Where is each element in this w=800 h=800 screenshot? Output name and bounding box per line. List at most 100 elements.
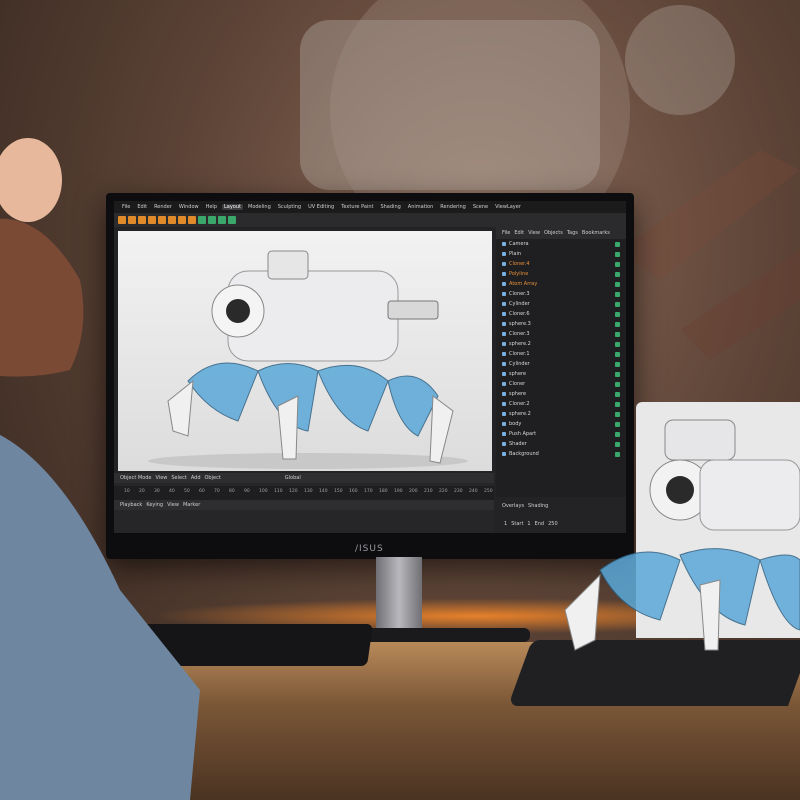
object-icon bbox=[502, 352, 506, 356]
ruler-tick-label: 190 bbox=[394, 489, 403, 494]
outliner-row[interactable]: Push Apart bbox=[496, 429, 626, 439]
menu-item[interactable]: Scene bbox=[471, 204, 490, 210]
ruler-tick-label: 220 bbox=[439, 489, 448, 494]
visibility-check-icon[interactable] bbox=[615, 311, 620, 317]
ruler-tick-label: 160 bbox=[349, 489, 358, 494]
visibility-check-icon[interactable] bbox=[615, 241, 620, 247]
object-icon bbox=[502, 372, 506, 376]
outliner-row-label: Cloner.4 bbox=[509, 261, 530, 267]
menu-item[interactable]: Layout bbox=[222, 204, 243, 210]
visibility-check-icon[interactable] bbox=[615, 431, 620, 437]
menu-item[interactable]: Shading bbox=[378, 204, 402, 210]
outliner-row[interactable]: sphere bbox=[496, 369, 626, 379]
visibility-check-icon[interactable] bbox=[615, 261, 620, 267]
ruler-tick-label: 170 bbox=[364, 489, 373, 494]
outliner-row-label: sphere bbox=[509, 391, 527, 397]
outliner-row[interactable]: Background bbox=[496, 449, 626, 459]
visibility-check-icon[interactable] bbox=[615, 281, 620, 287]
outliner-row[interactable]: Cylinder bbox=[496, 359, 626, 369]
visibility-check-icon[interactable] bbox=[615, 271, 620, 277]
visibility-check-icon[interactable] bbox=[615, 301, 620, 307]
menu-item[interactable]: Rendering bbox=[438, 204, 468, 210]
overlays-label[interactable]: Overlays bbox=[502, 503, 524, 509]
outliner-row[interactable]: Shader bbox=[496, 439, 626, 449]
outliner-row-label: Cloner.3 bbox=[509, 291, 530, 297]
outliner-tab[interactable]: Bookmarks bbox=[582, 230, 610, 236]
outliner-row[interactable]: sphere.3 bbox=[496, 319, 626, 329]
outliner-row[interactable]: sphere.2 bbox=[496, 339, 626, 349]
outliner-row-label: Plain bbox=[509, 251, 522, 257]
laptop-keyboard bbox=[507, 640, 800, 706]
visibility-check-icon[interactable] bbox=[615, 361, 620, 367]
outliner-row-label: Cloner.2 bbox=[509, 401, 530, 407]
menu-item[interactable]: UV Editing bbox=[306, 204, 336, 210]
ruler-tick-label: 210 bbox=[424, 489, 433, 494]
object-icon bbox=[502, 432, 506, 436]
menu-item[interactable]: Animation bbox=[406, 204, 436, 210]
tool-icon[interactable] bbox=[208, 216, 216, 224]
visibility-check-icon[interactable] bbox=[615, 321, 620, 327]
object-icon bbox=[502, 382, 506, 386]
outliner-row[interactable]: Cloner.4 bbox=[496, 259, 626, 269]
visibility-check-icon[interactable] bbox=[615, 401, 620, 407]
outliner-tab[interactable]: Edit bbox=[514, 230, 524, 236]
outliner-row[interactable]: Atom Array bbox=[496, 279, 626, 289]
visibility-check-icon[interactable] bbox=[615, 331, 620, 337]
frame-start[interactable]: 1 bbox=[527, 521, 530, 527]
outliner-panel: File Edit View Objects Tags Bookmarks Camera P… bbox=[496, 227, 626, 497]
visibility-check-icon[interactable] bbox=[615, 341, 620, 347]
outliner-row[interactable]: Camera bbox=[496, 239, 626, 249]
ruler-tick-label: 110 bbox=[274, 489, 283, 494]
object-icon bbox=[502, 342, 506, 346]
outliner-row-label: Cylinder bbox=[509, 301, 530, 307]
visibility-check-icon[interactable] bbox=[615, 441, 620, 447]
visibility-check-icon[interactable] bbox=[615, 371, 620, 377]
visibility-check-icon[interactable] bbox=[615, 291, 620, 297]
outliner-row-label: Push Apart bbox=[509, 431, 537, 437]
outliner-tab[interactable]: Tags bbox=[567, 230, 578, 236]
visibility-check-icon[interactable] bbox=[615, 251, 620, 257]
shading-label[interactable]: Shading bbox=[528, 503, 548, 509]
transform-orientation[interactable]: Global bbox=[285, 475, 301, 481]
outliner-row[interactable]: Cloner.1 bbox=[496, 349, 626, 359]
visibility-check-icon[interactable] bbox=[615, 451, 620, 457]
outliner-row[interactable]: Cloner.3 bbox=[496, 289, 626, 299]
ruler-tick-label: 150 bbox=[334, 489, 343, 494]
visibility-check-icon[interactable] bbox=[615, 421, 620, 427]
outliner-row[interactable]: Plain bbox=[496, 249, 626, 259]
outliner-row[interactable]: Cloner bbox=[496, 379, 626, 389]
outliner-row[interactable]: Cloner.3 bbox=[496, 329, 626, 339]
frame-start-label: Start bbox=[511, 521, 524, 527]
visibility-check-icon[interactable] bbox=[615, 351, 620, 357]
viewport-menu-item[interactable]: Object bbox=[205, 475, 221, 481]
outliner-row[interactable]: Cylinder bbox=[496, 299, 626, 309]
visibility-check-icon[interactable] bbox=[615, 411, 620, 417]
visibility-check-icon[interactable] bbox=[615, 381, 620, 387]
menu-item[interactable]: Help bbox=[204, 204, 219, 210]
object-icon bbox=[502, 452, 506, 456]
tool-icon[interactable] bbox=[218, 216, 226, 224]
outliner-row[interactable]: Polyline bbox=[496, 269, 626, 279]
ruler-tick-label: 240 bbox=[469, 489, 478, 494]
outliner-row[interactable]: sphere.2 bbox=[496, 409, 626, 419]
tool-icon[interactable] bbox=[228, 216, 236, 224]
outliner-row[interactable]: Cloner.6 bbox=[496, 309, 626, 319]
outliner-tab[interactable]: File bbox=[502, 230, 510, 236]
outliner-row-label: Cloner.3 bbox=[509, 331, 530, 337]
menu-item[interactable]: Modeling bbox=[246, 204, 273, 210]
visibility-check-icon[interactable] bbox=[615, 391, 620, 397]
frame-end[interactable]: 250 bbox=[548, 521, 558, 527]
outliner-row[interactable]: Cloner.2 bbox=[496, 399, 626, 409]
ruler-tick-label: 120 bbox=[289, 489, 298, 494]
outliner-tab[interactable]: Objects bbox=[544, 230, 563, 236]
menu-item[interactable]: Texture Paint bbox=[339, 204, 375, 210]
outliner-tab[interactable]: View bbox=[528, 230, 540, 236]
outliner-header: File Edit View Objects Tags Bookmarks bbox=[496, 227, 626, 239]
object-icon bbox=[502, 242, 506, 246]
outliner-row[interactable]: body bbox=[496, 419, 626, 429]
outliner-row[interactable]: sphere bbox=[496, 389, 626, 399]
outliner-row-label: sphere.2 bbox=[509, 341, 531, 347]
frame-current[interactable]: 1 bbox=[504, 521, 507, 527]
menu-item[interactable]: Sculpting bbox=[276, 204, 303, 210]
menu-item[interactable]: ViewLayer bbox=[493, 204, 523, 210]
